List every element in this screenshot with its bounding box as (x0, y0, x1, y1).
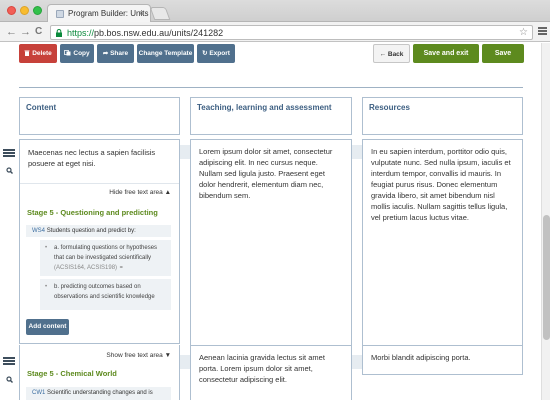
magnifier-icon[interactable] (6, 376, 13, 383)
window-minimize-button[interactable] (20, 6, 29, 15)
link-icon: ⚭ (118, 265, 124, 271)
window-close-button[interactable] (7, 6, 16, 15)
delete-label: Delete (32, 50, 52, 57)
forward-arrow-icon[interactable]: → (20, 25, 31, 39)
show-free-text-label: Show free text area (106, 352, 163, 359)
teaching-cell[interactable]: Aenean lacinia gravida lectus sit amet p… (190, 345, 352, 400)
teaching-cell[interactable]: Lorem ipsum dolor sit amet, consectetur … (190, 139, 352, 352)
outcome-row: CW1 Scientific understanding changes and… (26, 387, 171, 400)
content-cell: Maecenas nec lectus a sapien facilisis p… (19, 139, 180, 344)
save-and-exit-button[interactable]: Save and exit (413, 44, 479, 63)
browser-menu-icon[interactable] (538, 27, 547, 36)
hide-free-text-toggle[interactable]: Hide free text area ▲ (109, 187, 171, 198)
copy-label: Copy (73, 50, 90, 57)
resources-cell[interactable]: In eu sapien interdum, porttitor odio qu… (362, 139, 523, 352)
row-connector (180, 145, 190, 159)
share-button[interactable]: ➦ Share (97, 44, 134, 63)
sub-item-text: a. formulating questions or hypotheses t… (54, 245, 158, 261)
drag-handle-icon[interactable] (3, 357, 15, 365)
list-item: b. predicting outcomes based on observat… (40, 279, 171, 310)
new-tab-button[interactable] (149, 7, 171, 20)
sub-item-text: b. predicting outcomes based on observat… (54, 284, 155, 300)
row-connector (180, 355, 190, 369)
row-connector (352, 355, 362, 369)
tab-title: Program Builder: Units (68, 9, 149, 18)
column-header-resources: Resources (362, 97, 523, 135)
stage-title: Stage 5 - Questioning and predicting (27, 208, 158, 217)
export-button[interactable]: ↻ Export (197, 44, 235, 63)
save-label: Save (494, 50, 512, 57)
add-content-button[interactable]: Add content (26, 319, 69, 335)
export-label: Export (209, 50, 230, 57)
copy-button[interactable]: Copy (60, 44, 94, 63)
share-label: Share (110, 50, 129, 57)
url-input[interactable]: https://pb.bos.nsw.edu.au/units/241282 ☆ (50, 25, 533, 40)
show-free-text-toggle[interactable]: Show free text area ▼ (106, 350, 171, 361)
list-item: a. formulating questions or hypotheses t… (40, 240, 171, 276)
hide-free-text-label: Hide free text area (109, 189, 163, 196)
outcome-code: WS4 (32, 228, 46, 234)
lock-icon (56, 29, 62, 37)
change-template-button[interactable]: Change Template (137, 44, 194, 63)
outcome-code: CW1 (32, 390, 46, 396)
magnifier-icon[interactable] (6, 167, 13, 174)
scrollbar-thumb[interactable] (543, 215, 550, 340)
copy-icon (64, 50, 71, 56)
caret-down-icon: ▼ (164, 352, 171, 359)
outcome-row: WS4 Students question and predict by: (26, 225, 171, 237)
page-favicon-icon (56, 10, 64, 18)
reload-icon[interactable]: C (35, 25, 42, 39)
content-text[interactable]: Maecenas nec lectus a sapien facilisis p… (20, 140, 179, 184)
back-label: Back (387, 51, 404, 58)
tab-close-icon[interactable]: × (139, 8, 144, 18)
stage-title: Stage 5 - Chemical World (27, 369, 117, 378)
url-scheme: https:// (67, 28, 95, 38)
resources-cell[interactable]: Morbi blandit adipiscing porta. (362, 345, 523, 375)
browser-tab[interactable]: Program Builder: Units × (47, 4, 151, 22)
delete-button[interactable]: Delete (19, 44, 57, 63)
address-bar-row: ← → C https://pb.bos.nsw.edu.au/units/24… (0, 22, 550, 42)
share-arrow-icon: ➦ (102, 50, 111, 57)
caret-up-icon: ▲ (164, 189, 171, 196)
change-template-label: Change Template (138, 50, 193, 57)
page-scrollbar[interactable] (541, 43, 550, 400)
drag-handle-icon[interactable] (3, 149, 15, 157)
bookmark-star-icon[interactable]: ☆ (519, 27, 528, 38)
section-divider (19, 87, 523, 88)
back-button[interactable]: ← Back (373, 44, 410, 63)
content-cell: Show free text area ▼ Stage 5 - Chemical… (19, 345, 180, 400)
row-connector (352, 145, 362, 159)
trash-icon (24, 50, 30, 56)
browser-tab-bar: Program Builder: Units × (0, 0, 550, 22)
outcome-text: Scientific understanding changes and is (47, 390, 153, 396)
column-header-teaching: Teaching, learning and assessment (190, 97, 352, 135)
sub-item-refs: (ACSIS164, ACSIS198) (54, 265, 118, 271)
url-path: pb.bos.nsw.edu.au/units/241282 (94, 28, 224, 38)
save-button[interactable]: Save (482, 44, 524, 63)
save-and-exit-label: Save and exit (423, 50, 469, 57)
outcome-text: Students question and predict by: (46, 228, 136, 234)
back-arrow-icon[interactable]: ← (6, 25, 17, 39)
window-zoom-button[interactable] (33, 6, 42, 15)
back-arrow-icon: ← (379, 51, 388, 58)
column-header-content: Content (19, 97, 180, 135)
